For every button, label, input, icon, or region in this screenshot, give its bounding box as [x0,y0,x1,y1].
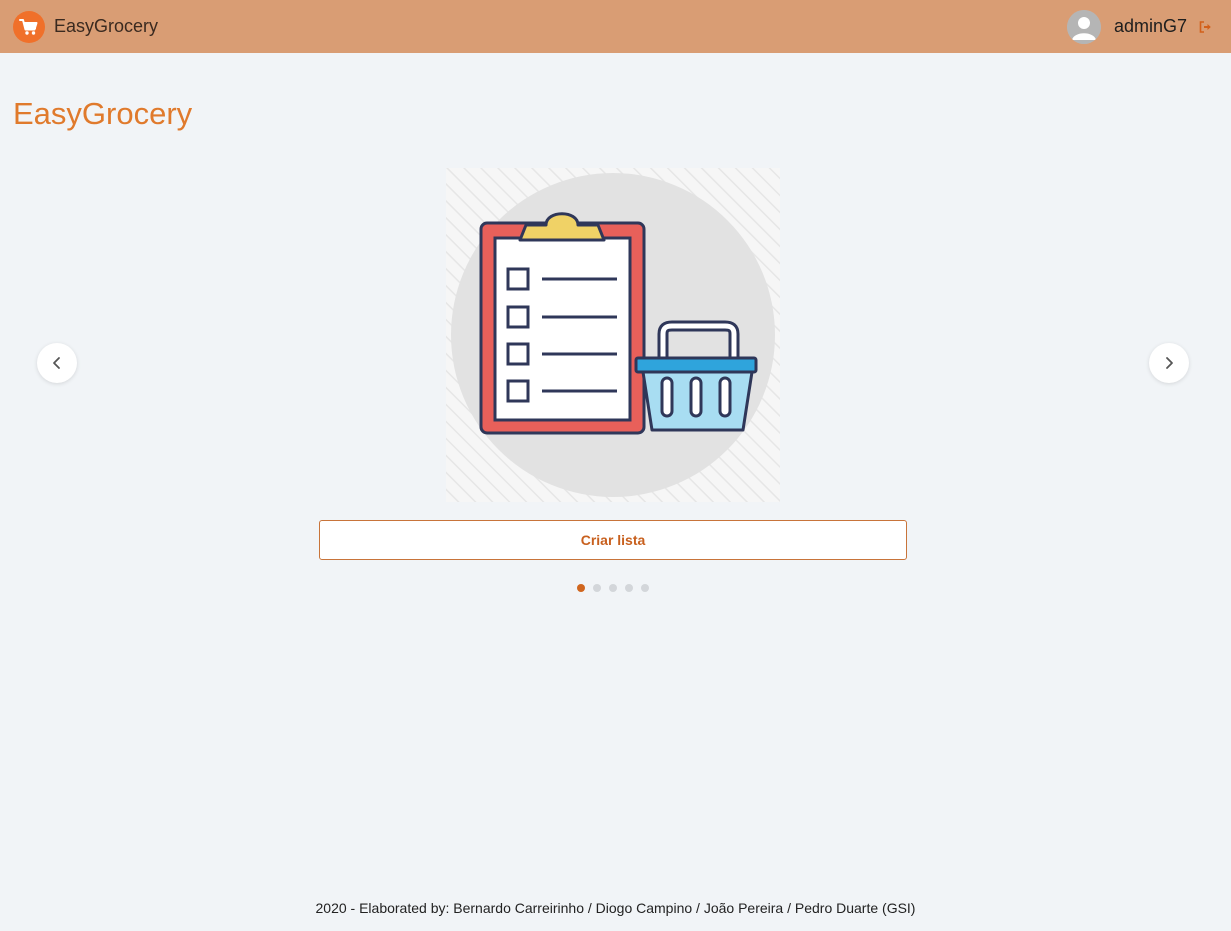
brand-name: EasyGrocery [54,16,159,36]
carousel-dot-4[interactable] [625,584,633,592]
user-menu: adminG7 [1066,0,1213,53]
carousel-dot-3[interactable] [609,584,617,592]
sign-out-icon[interactable] [1199,20,1213,34]
carousel-prev-button[interactable] [37,343,77,383]
chevron-right-icon [1166,357,1173,369]
username[interactable]: adminG7 [1114,16,1187,37]
carousel-dot-5[interactable] [641,584,649,592]
page-title: EasyGrocery [13,96,193,131]
carousel-slide-image [446,168,780,502]
top-navbar: EasyGrocery adminG7 [0,0,1231,53]
create-list-button[interactable]: Criar lista [319,520,907,560]
chevron-left-icon [53,357,60,369]
carousel-dot-1[interactable] [577,584,585,592]
footer-credits: 2020 - Elaborated by: Bernardo Carreirin… [315,900,916,916]
carousel-next-button[interactable] [1149,343,1189,383]
carousel-dot-2[interactable] [593,584,601,592]
carousel-indicators [577,584,649,592]
brand-link[interactable]: EasyGrocery [13,10,159,43]
clipboard-checklist-basket-illustration [446,168,780,502]
shopping-cart-icon [13,10,45,43]
user-avatar-icon[interactable] [1066,9,1101,44]
